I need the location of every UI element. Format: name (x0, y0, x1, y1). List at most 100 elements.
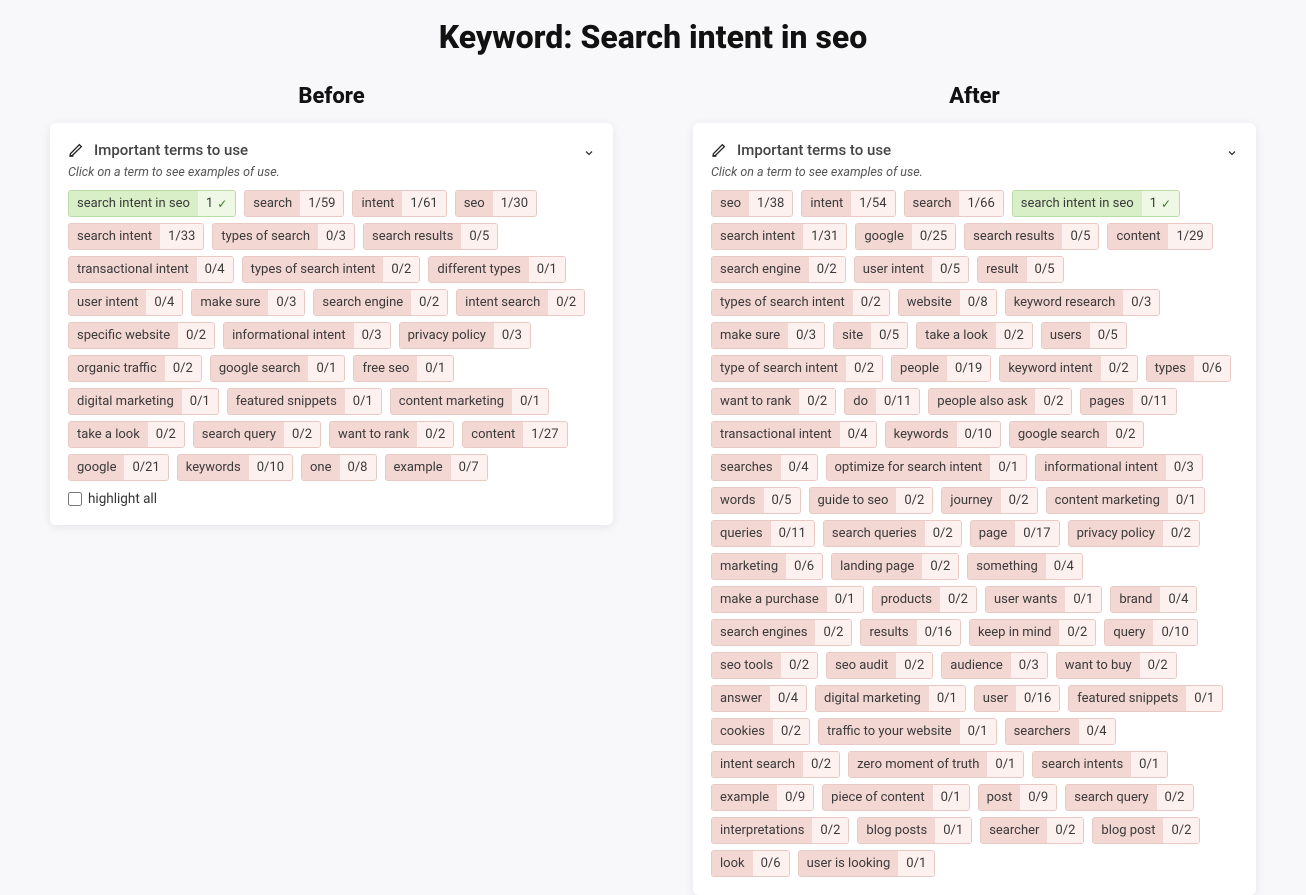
term-pill[interactable]: search queries0/2 (823, 520, 962, 547)
term-pill[interactable]: pages0/11 (1080, 388, 1177, 415)
term-pill[interactable]: digital marketing0/1 (68, 388, 219, 415)
term-pill[interactable]: answer0/4 (711, 685, 807, 712)
term-pill[interactable]: specific website0/2 (68, 322, 215, 349)
term-pill[interactable]: words0/5 (711, 487, 801, 514)
term-pill[interactable]: transactional intent0/4 (68, 256, 234, 283)
card-header[interactable]: Important terms to use (711, 141, 1238, 159)
term-pill[interactable]: search engine0/2 (313, 289, 448, 316)
term-pill[interactable]: journey0/2 (941, 487, 1037, 514)
term-pill[interactable]: make a purchase0/1 (711, 586, 864, 613)
term-pill[interactable]: google0/21 (68, 454, 169, 481)
term-pill[interactable]: marketing0/6 (711, 553, 823, 580)
term-pill[interactable]: free seo0/1 (353, 355, 454, 382)
term-pill[interactable]: traffic to your website0/1 (818, 718, 997, 745)
term-pill[interactable]: optimize for search intent0/1 (826, 454, 1028, 481)
term-pill[interactable]: queries0/11 (711, 520, 815, 547)
term-pill[interactable]: page0/17 (970, 520, 1060, 547)
term-pill[interactable]: searchers0/4 (1005, 718, 1116, 745)
term-pill[interactable]: want to rank0/2 (329, 421, 454, 448)
term-pill[interactable]: type of search intent0/2 (711, 355, 883, 382)
term-pill[interactable]: zero moment of truth0/1 (848, 751, 1024, 778)
term-pill[interactable]: keep in mind0/2 (969, 619, 1096, 646)
term-pill[interactable]: piece of content0/1 (822, 784, 969, 811)
card-header[interactable]: Important terms to use (68, 141, 595, 159)
term-pill[interactable]: search intent1/31 (711, 223, 847, 250)
term-pill[interactable]: user intent0/5 (854, 256, 969, 283)
term-pill[interactable]: example0/9 (711, 784, 814, 811)
term-pill[interactable]: brand0/4 (1110, 586, 1197, 613)
term-pill[interactable]: one0/8 (301, 454, 376, 481)
term-pill[interactable]: types0/6 (1146, 355, 1231, 382)
term-pill[interactable]: search intent in seo1 ✓ (1012, 190, 1180, 217)
term-pill[interactable]: result0/5 (977, 256, 1063, 283)
term-pill[interactable]: user is looking0/1 (798, 850, 936, 877)
term-pill[interactable]: search query0/2 (1065, 784, 1193, 811)
term-pill[interactable]: digital marketing0/1 (815, 685, 966, 712)
term-pill[interactable]: privacy policy0/2 (1068, 520, 1200, 547)
term-pill[interactable]: search intents0/1 (1032, 751, 1168, 778)
term-pill[interactable]: different types0/1 (428, 256, 565, 283)
term-pill[interactable]: query0/10 (1104, 619, 1197, 646)
term-pill[interactable]: seo audit0/2 (826, 652, 933, 679)
term-pill[interactable]: keyword intent0/2 (999, 355, 1137, 382)
term-pill[interactable]: featured snippets0/1 (1068, 685, 1223, 712)
term-pill[interactable]: google0/25 (855, 223, 956, 250)
term-pill[interactable]: do0/11 (844, 388, 920, 415)
term-pill[interactable]: content1/29 (1107, 223, 1212, 250)
term-pill[interactable]: content marketing0/1 (1046, 487, 1205, 514)
term-pill[interactable]: take a look0/2 (916, 322, 1033, 349)
term-pill[interactable]: search1/59 (244, 190, 344, 217)
term-pill[interactable]: search query0/2 (193, 421, 321, 448)
term-pill[interactable]: take a look0/2 (68, 421, 185, 448)
term-pill[interactable]: interpretations0/2 (711, 817, 849, 844)
term-pill[interactable]: want to rank0/2 (711, 388, 836, 415)
term-pill[interactable]: people also ask0/2 (928, 388, 1072, 415)
term-pill[interactable]: types of search0/3 (212, 223, 355, 250)
term-pill[interactable]: intent search0/2 (456, 289, 585, 316)
term-pill[interactable]: types of search intent0/2 (242, 256, 421, 283)
term-pill[interactable]: search results0/5 (964, 223, 1099, 250)
term-pill[interactable]: privacy policy0/3 (399, 322, 531, 349)
term-pill[interactable]: products0/2 (872, 586, 977, 613)
highlight-all-checkbox[interactable] (68, 492, 82, 506)
term-pill[interactable]: search1/66 (904, 190, 1004, 217)
term-pill[interactable]: users0/5 (1041, 322, 1127, 349)
term-pill[interactable]: organic traffic0/2 (68, 355, 202, 382)
term-pill[interactable]: site0/5 (833, 322, 908, 349)
term-pill[interactable]: informational intent0/3 (223, 322, 391, 349)
term-pill[interactable]: search results0/5 (363, 223, 498, 250)
term-pill[interactable]: cookies0/2 (711, 718, 810, 745)
chevron-down-icon[interactable] (1226, 144, 1238, 156)
term-pill[interactable]: informational intent0/3 (1035, 454, 1203, 481)
term-pill[interactable]: keyword research0/3 (1005, 289, 1161, 316)
term-pill[interactable]: search engines0/2 (711, 619, 852, 646)
term-pill[interactable]: user intent0/4 (68, 289, 183, 316)
term-pill[interactable]: landing page0/2 (831, 553, 959, 580)
term-pill[interactable]: user wants0/1 (985, 586, 1102, 613)
chevron-down-icon[interactable] (583, 144, 595, 156)
term-pill[interactable]: people0/19 (891, 355, 991, 382)
term-pill[interactable]: seo tools0/2 (711, 652, 818, 679)
term-pill[interactable]: audience0/3 (941, 652, 1048, 679)
term-pill[interactable]: keywords0/10 (885, 421, 1001, 448)
term-pill[interactable]: something0/4 (967, 553, 1082, 580)
term-pill[interactable]: transactional intent0/4 (711, 421, 877, 448)
term-pill[interactable]: look0/6 (711, 850, 790, 877)
term-pill[interactable]: content1/27 (462, 421, 567, 448)
term-pill[interactable]: blog posts0/1 (857, 817, 972, 844)
term-pill[interactable]: seo1/30 (455, 190, 537, 217)
term-pill[interactable]: results0/16 (860, 619, 960, 646)
term-pill[interactable]: user0/16 (974, 685, 1060, 712)
term-pill[interactable]: google search0/2 (1009, 421, 1145, 448)
term-pill[interactable]: want to buy0/2 (1056, 652, 1177, 679)
term-pill[interactable]: types of search intent0/2 (711, 289, 890, 316)
term-pill[interactable]: website0/8 (898, 289, 997, 316)
term-pill[interactable]: featured snippets0/1 (227, 388, 382, 415)
highlight-all-row[interactable]: highlight all (68, 491, 595, 507)
term-pill[interactable]: search intent1/33 (68, 223, 204, 250)
term-pill[interactable]: searches0/4 (711, 454, 818, 481)
term-pill[interactable]: intent1/54 (801, 190, 895, 217)
term-pill[interactable]: intent1/61 (352, 190, 446, 217)
term-pill[interactable]: example0/7 (385, 454, 488, 481)
term-pill[interactable]: google search0/1 (210, 355, 346, 382)
